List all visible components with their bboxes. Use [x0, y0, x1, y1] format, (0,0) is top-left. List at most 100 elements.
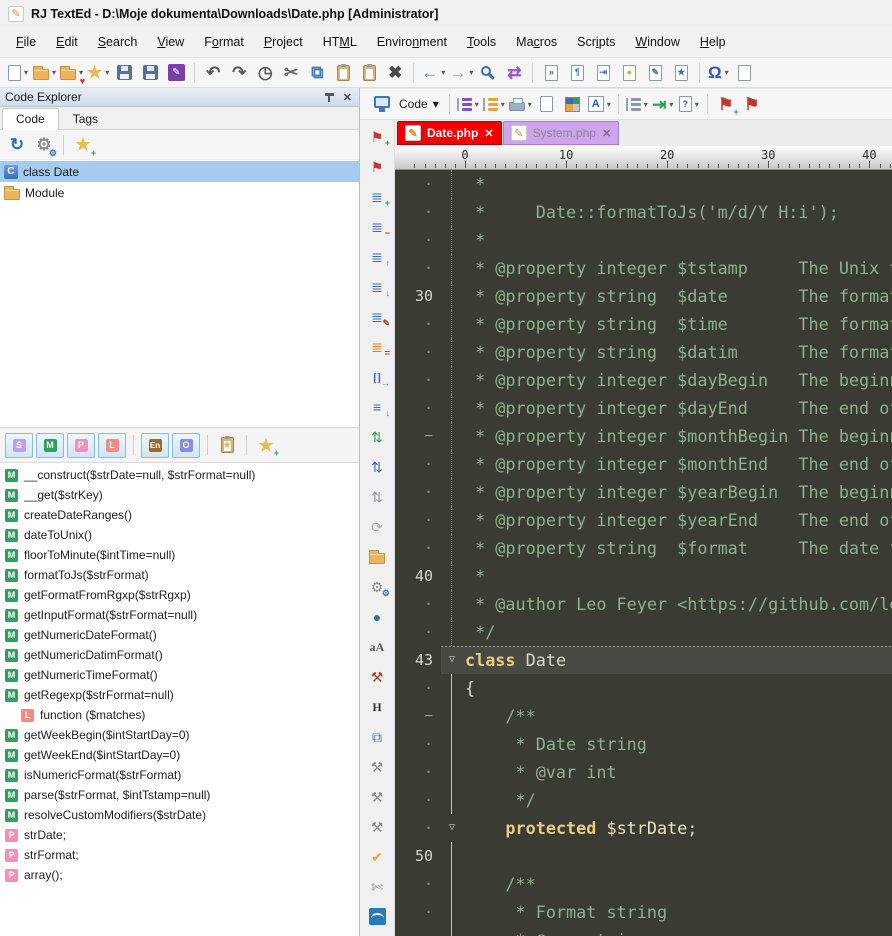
add-bookmark-icon[interactable]: ⚑+ [365, 126, 389, 147]
move-line-up-icon[interactable]: ≣↑ [365, 246, 389, 267]
delete-icon[interactable]: ✖ [383, 61, 407, 85]
add-bookmark-icon[interactable]: ⚑+ [714, 92, 738, 116]
line-gutter[interactable]: · [395, 758, 441, 786]
forward-icon[interactable]: →▾ [448, 61, 474, 85]
move-line-down-icon[interactable]: ≣↓ [365, 276, 389, 297]
line-gutter[interactable]: · [395, 926, 441, 936]
palette-icon[interactable] [561, 92, 585, 116]
snippets-icon[interactable]: ✄ [365, 876, 389, 897]
doc-help-icon-dropdown[interactable]: ▾ [695, 100, 699, 109]
line-gutter[interactable]: 43 [395, 646, 441, 674]
doc-help-icon[interactable]: ?▾ [677, 92, 701, 116]
special-chars-icon-dropdown[interactable]: ▾ [725, 68, 729, 77]
open-file-icon-dropdown[interactable]: ▾ [52, 68, 56, 77]
new-file-icon-dropdown[interactable]: ▾ [24, 68, 28, 77]
undo-icon[interactable]: ↶ [201, 61, 225, 85]
line-gutter[interactable]: · [395, 310, 441, 338]
line-gutter[interactable]: · [395, 450, 441, 478]
save-icon[interactable] [112, 61, 136, 85]
reload-file-icon[interactable]: ⟳ [365, 516, 389, 537]
list-item[interactable]: MfloorToMinute($intTime=null) [0, 545, 359, 565]
tab-close-icon[interactable]: ✕ [602, 127, 611, 140]
paste-icon[interactable] [331, 61, 355, 85]
list-item[interactable]: MformatToJs($strFormat) [0, 565, 359, 585]
special-chars-icon[interactable]: Ω▾ [706, 61, 730, 85]
sort-custom-icon[interactable]: ⇅ [365, 486, 389, 507]
script-tool-2-icon[interactable]: ⚒ [365, 786, 389, 807]
list-item[interactable]: MgetFormatFromRgxp($strRgxp) [0, 585, 359, 605]
line-gutter[interactable]: − [395, 422, 441, 450]
menu-search[interactable]: Search [88, 31, 148, 53]
filter-methods-button[interactable]: M [36, 433, 64, 458]
list-item[interactable]: Lfunction ($matches) [0, 705, 359, 725]
list-item[interactable]: MgetNumericDateFormat() [0, 625, 359, 645]
edge-doc-icon[interactable] [732, 61, 756, 85]
indent-doc-icon[interactable]: ⇥ [591, 61, 615, 85]
list-item[interactable]: PstrDate; [0, 825, 359, 845]
list-item[interactable]: MgetWeekBegin($intStartDay=0) [0, 725, 359, 745]
line-gutter[interactable]: 30 [395, 282, 441, 310]
filter-properties-button[interactable]: P [67, 433, 95, 458]
list-item[interactable]: MresolveCustomModifiers($strDate) [0, 805, 359, 825]
goto-line-icon[interactable]: ≡↓ [365, 396, 389, 417]
print-icon-dropdown[interactable]: ▾ [528, 100, 532, 109]
bookmark-icon[interactable]: ⚑ [740, 92, 764, 116]
line-gutter[interactable]: · [395, 338, 441, 366]
menu-edit[interactable]: Edit [46, 31, 88, 53]
change-case-icon[interactable]: aA [365, 636, 389, 657]
menu-macros[interactable]: Macros [506, 31, 567, 53]
refresh-icon[interactable]: ↻ [5, 133, 29, 157]
back-icon-dropdown[interactable]: ▾ [441, 68, 445, 77]
list-item[interactable]: MgetRegexp($strFormat=null) [0, 685, 359, 705]
back-icon[interactable]: ←▾ [420, 61, 446, 85]
line-gutter[interactable]: · [395, 394, 441, 422]
browser-preview-icon[interactable]: ● [365, 606, 389, 627]
forward-icon-dropdown[interactable]: ▾ [469, 68, 473, 77]
sort-ascending-icon[interactable]: ⇅ [365, 426, 389, 447]
list-item[interactable]: PstrFormat; [0, 845, 359, 865]
cut-icon[interactable]: ✂ [279, 61, 303, 85]
line-gutter[interactable]: 40 [395, 562, 441, 590]
add-to-favorites-icon[interactable]: ★+ [254, 433, 278, 457]
doc-favorite-icon[interactable]: ★ [669, 61, 693, 85]
menu-scripts[interactable]: Scripts [567, 31, 625, 53]
line-gutter[interactable]: · [395, 786, 441, 814]
document-icon[interactable] [535, 92, 559, 116]
tab-date-php[interactable]: ✎Date.php✕ [397, 121, 502, 145]
insert-line-icon[interactable]: ≣+ [365, 186, 389, 207]
menu-view[interactable]: View [147, 31, 194, 53]
list-item[interactable]: MgetNumericDatimFormat() [0, 645, 359, 665]
list-item[interactable]: Mparse($strFormat, $intTstamp=null) [0, 785, 359, 805]
filter-statics-button[interactable]: S [5, 433, 33, 458]
edit-doc-icon[interactable]: ✎ [643, 61, 667, 85]
highlight-line-icon[interactable]: ≣✎ [365, 306, 389, 327]
join-lines-icon[interactable]: ≣= [365, 336, 389, 357]
explorer-settings-icon[interactable]: ⚙⚙ [32, 133, 56, 157]
favorites-icon[interactable]: ★▾ [86, 61, 110, 85]
compare-icon[interactable]: ⇄ [502, 61, 526, 85]
sort-descending-icon[interactable]: ⇅ [365, 456, 389, 477]
code-mode-combo[interactable]: Code▾ [366, 91, 443, 117]
tab-system-php[interactable]: ✎System.php✕ [503, 121, 620, 145]
filter-lambdas-button[interactable]: L [98, 433, 126, 458]
list-item[interactable]: MisNumericFormat($strFormat) [0, 765, 359, 785]
line-gutter[interactable]: · [395, 226, 441, 254]
filter-enums-button[interactable]: En [141, 433, 169, 458]
line-gutter[interactable]: · [395, 170, 441, 198]
open-favorite-icon[interactable]: ♥▾ [59, 61, 84, 85]
line-gutter[interactable]: · [395, 674, 441, 702]
line-gutter[interactable]: · [395, 870, 441, 898]
tree-item-class-date[interactable]: Cclass Date [0, 161, 359, 182]
line-gutter[interactable]: · [395, 730, 441, 758]
menu-html[interactable]: HTML [313, 31, 367, 53]
structure-orange-icon[interactable]: ▾ [482, 92, 506, 116]
open-file-icon[interactable]: ▾ [32, 61, 57, 85]
html-validate-icon[interactable]: H [365, 696, 389, 717]
menu-window[interactable]: Window [625, 31, 689, 53]
filter-objects-button[interactable]: O [172, 433, 200, 458]
import-icon-dropdown[interactable]: ▾ [669, 100, 673, 109]
new-file-icon[interactable]: ▾ [6, 61, 30, 85]
tree-item-module[interactable]: Module [0, 182, 359, 203]
bookmark-icon[interactable]: ⚑ [365, 156, 389, 177]
structure-gray-icon-dropdown[interactable]: ▾ [644, 100, 648, 109]
